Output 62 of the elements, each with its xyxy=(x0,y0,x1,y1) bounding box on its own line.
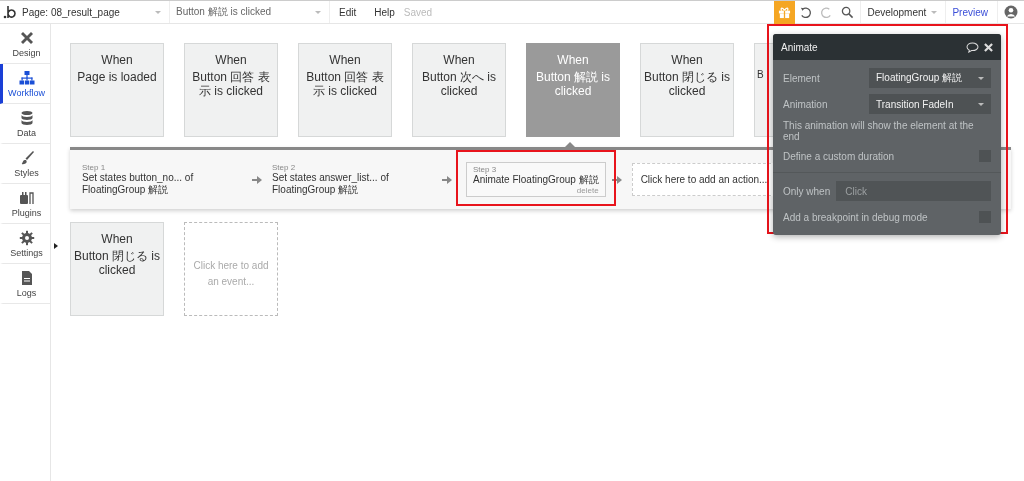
preview-link[interactable]: Preview xyxy=(946,1,998,23)
dropdown-field[interactable]: Transition FadeIn xyxy=(869,94,991,114)
note-text: This animation will show the element at the end xyxy=(783,120,975,142)
event-description: B xyxy=(757,69,764,80)
action-step[interactable]: Step 3 Animate FloatingGroup 解説 delete xyxy=(466,161,606,198)
save-status: Saved xyxy=(403,6,433,18)
event-description: Button 解説 is clicked xyxy=(535,70,611,99)
event-card[interactable]: When Button 回答 表示 is clicked xyxy=(298,43,392,137)
page-dropdown[interactable]: Page: 08_result_page xyxy=(20,1,170,23)
gift-icon xyxy=(778,5,792,19)
undo-icon[interactable] xyxy=(799,5,813,19)
event-description: Button 回答 表示 is clicked xyxy=(305,70,385,99)
step-description: Animate FloatingGroup 解説 xyxy=(473,173,599,187)
condition-field[interactable]: Click xyxy=(836,181,991,201)
step-description: Set states button_no... of FloatingGroup 解説 xyxy=(82,171,195,197)
event-dropdown[interactable]: Button 解説 is clicked xyxy=(170,1,330,23)
dropdown-field[interactable]: FloatingGroup 解説 xyxy=(869,68,991,88)
event-title: When xyxy=(671,53,703,67)
search-icon[interactable] xyxy=(841,5,855,19)
plug-icon xyxy=(18,189,35,206)
checkbox-label: Add a breakpoint in debug mode xyxy=(783,211,928,223)
event-card[interactable]: When Button 閉じる is clicked xyxy=(70,222,164,316)
step-number: Step 2 xyxy=(272,162,296,172)
field-label: Element xyxy=(783,72,820,84)
event-card[interactable]: B xyxy=(754,43,774,137)
event-card[interactable]: When Button 閉じる is clicked xyxy=(640,43,734,137)
expand-arrow-icon[interactable] xyxy=(54,243,58,249)
menu-item[interactable]: Help xyxy=(365,6,404,18)
close-icon[interactable] xyxy=(984,42,993,52)
event-description: Button 回答 表示 is clicked xyxy=(191,70,271,99)
event-title: When xyxy=(101,53,133,67)
event-title: When xyxy=(215,53,247,67)
arrow-icon xyxy=(611,174,622,185)
event-description: Button 閉じる is clicked xyxy=(643,70,731,99)
hierarchy-icon xyxy=(18,69,35,86)
event-card[interactable]: When Button 回答 表示 is clicked xyxy=(184,43,278,137)
comment-icon[interactable] xyxy=(966,41,979,53)
event-title: When xyxy=(101,232,133,246)
event-card[interactable]: When Button 次へ is clicked xyxy=(412,43,506,137)
field-label: Only when xyxy=(783,185,831,197)
event-description: Page is loaded xyxy=(77,70,157,85)
event-title: When xyxy=(557,53,589,67)
step-description: Set states answer_list... of FloatingGroup 解説 xyxy=(272,171,390,197)
arrow-icon xyxy=(252,174,262,185)
action-step[interactable]: Step 1 Set states button_no... of FloatingGroup 解説 xyxy=(78,158,246,201)
step-number: Step 1 xyxy=(82,162,106,172)
panel-title: Animate xyxy=(781,41,819,53)
event-card[interactable]: When Page is loaded xyxy=(70,43,164,137)
logo-icon[interactable] xyxy=(3,4,17,20)
event-description: Button 閉じる is clicked xyxy=(73,249,161,278)
checkbox-label: Define a custom duration xyxy=(783,150,895,162)
step-number: Step 3 xyxy=(473,164,497,174)
sidebar-tab[interactable]: Workflow xyxy=(0,64,50,104)
arrow-icon xyxy=(442,174,452,185)
menu-item[interactable]: Edit xyxy=(330,6,366,18)
action-step[interactable]: Step 2 Set states answer_list... of FloatingGroup 解説 xyxy=(268,158,436,201)
event-title: When xyxy=(329,53,361,67)
field-label: Animation xyxy=(783,98,828,110)
event-description: Button 次へ is clicked xyxy=(421,70,497,99)
environment-dropdown[interactable]: Development xyxy=(860,1,947,23)
event-title: When xyxy=(443,53,475,67)
user-avatar-icon[interactable] xyxy=(1004,5,1018,19)
